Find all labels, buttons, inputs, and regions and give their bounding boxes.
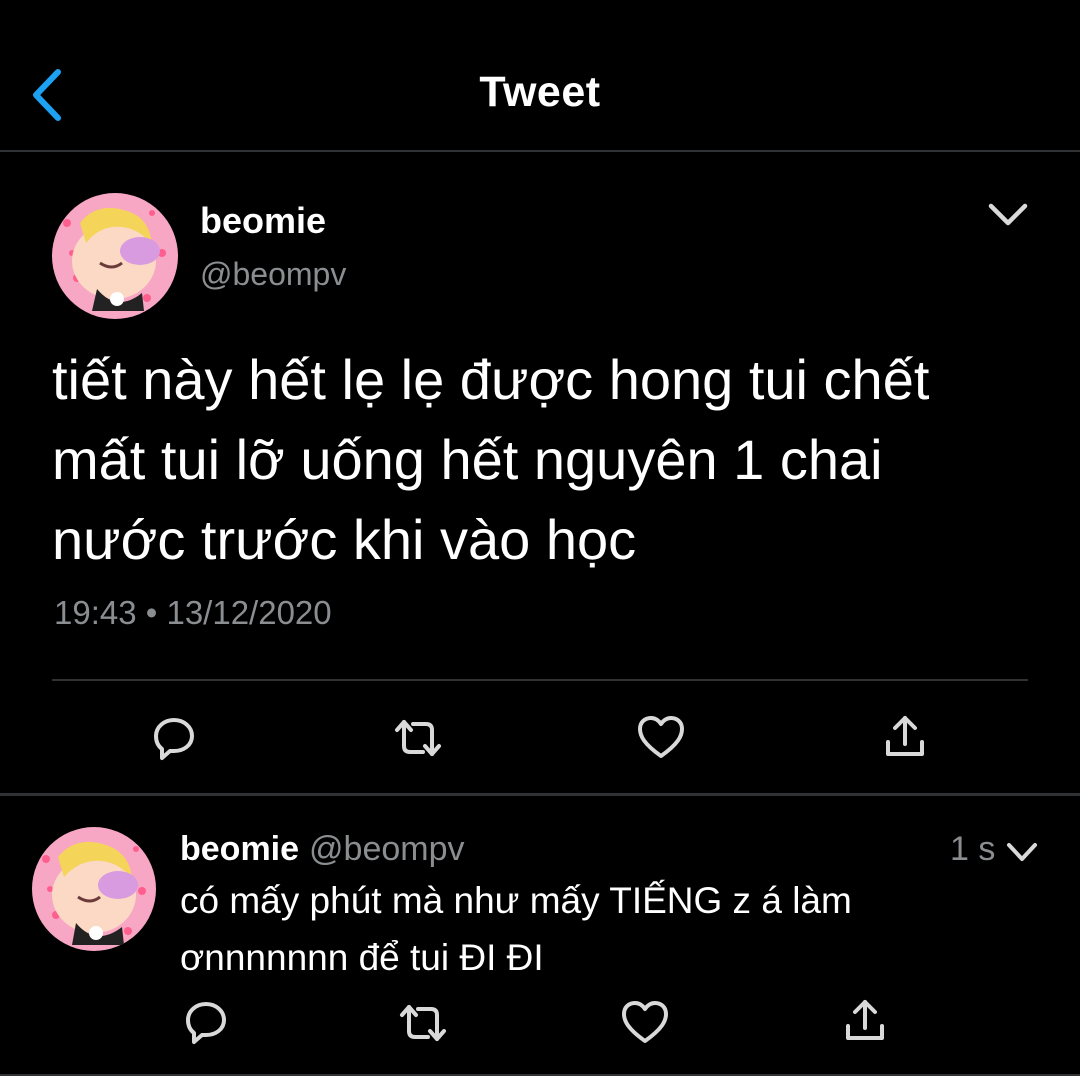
- top-bar: Tweet: [0, 0, 1080, 152]
- user-handle[interactable]: @beompv: [309, 830, 464, 868]
- more-options-button[interactable]: [1004, 838, 1040, 866]
- reply-time: 1 s: [950, 830, 996, 868]
- more-options-button[interactable]: [985, 196, 1031, 232]
- page-title: Tweet: [479, 68, 601, 116]
- share-icon: [886, 716, 924, 756]
- retweet-icon: [395, 720, 441, 756]
- display-name[interactable]: beomie: [200, 200, 326, 242]
- tweet-timestamp[interactable]: 19:43 • 13/12/2020: [54, 594, 332, 632]
- reply-button[interactable]: [182, 998, 230, 1051]
- avatar[interactable]: [52, 193, 178, 319]
- retweet-button[interactable]: [393, 716, 443, 765]
- like-icon: [638, 716, 684, 758]
- share-button[interactable]: [842, 998, 888, 1049]
- user-handle[interactable]: @beompv: [200, 256, 346, 293]
- reply-header: beomie @beompv: [180, 830, 465, 869]
- reply-icon: [154, 718, 194, 760]
- like-button[interactable]: [620, 999, 670, 1050]
- retweet-button[interactable]: [398, 1001, 448, 1050]
- tweet-text-line: tiết này hết lẹ lẹ được hong tui chết: [52, 348, 930, 411]
- share-icon: [846, 1000, 884, 1040]
- tweet-text-line: nước trước khi vào học: [52, 508, 637, 571]
- tweet-text-line: mất tui lỡ uống hết nguyên 1 chai: [52, 428, 883, 491]
- section-divider: [0, 793, 1080, 796]
- tweet-text: tiết này hết lẹ lẹ được hong tui chết mấ…: [52, 340, 1012, 580]
- like-icon: [622, 1001, 668, 1043]
- reply-text-line: có mấy phút mà như mấy TIẾNG z á làm: [180, 880, 852, 921]
- chevron-down-icon: [1007, 843, 1037, 861]
- avatar[interactable]: [32, 827, 156, 951]
- reply-icon: [186, 1002, 226, 1044]
- reply-text-line: ơnnnnnnn để tui ĐI ĐI: [180, 937, 544, 978]
- reply-button[interactable]: [150, 714, 198, 767]
- display-name[interactable]: beomie: [180, 830, 299, 868]
- reply-text: có mấy phút mà như mấy TIẾNG z á làm ơnn…: [180, 872, 1040, 986]
- chevron-down-icon: [988, 203, 1028, 226]
- divider: [52, 679, 1028, 681]
- retweet-icon: [400, 1005, 446, 1041]
- share-button[interactable]: [882, 714, 928, 765]
- like-button[interactable]: [636, 714, 686, 765]
